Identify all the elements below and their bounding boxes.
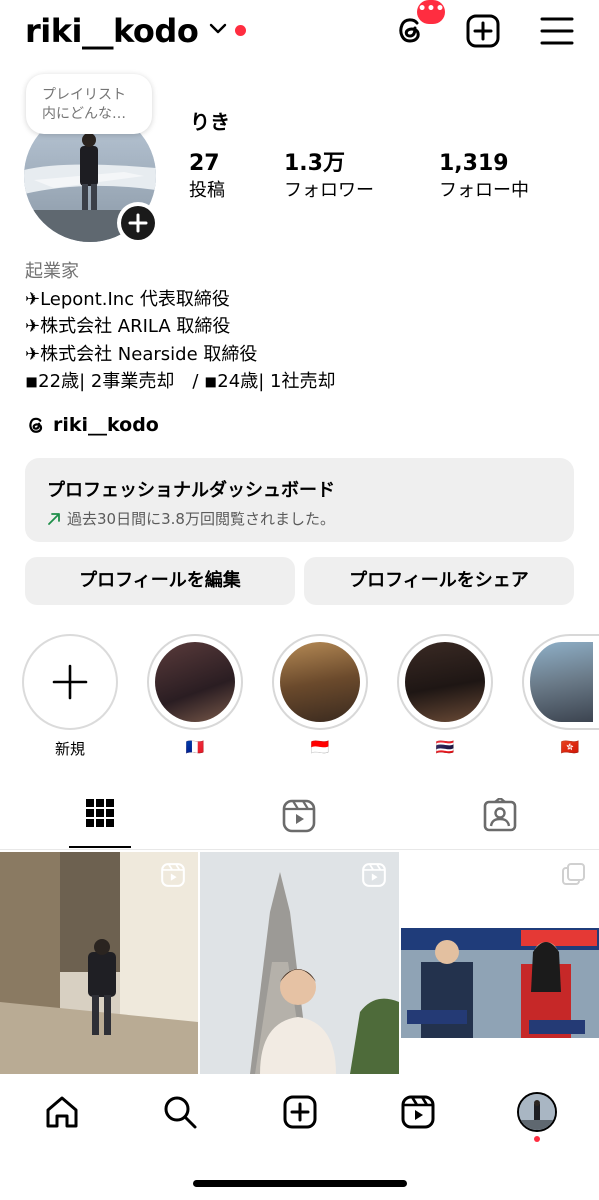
threads-handle: riki__kodo (53, 414, 159, 436)
stat-followers-value: 1.3万 (284, 151, 345, 176)
stat-followers[interactable]: 1.3万 フォロワー (284, 150, 374, 204)
dashboard-title: プロフェッショナルダッシュボード (47, 480, 335, 501)
grid-icon (86, 799, 114, 827)
stat-followers-label: フォロワー (284, 180, 374, 201)
active-tab-indicator (69, 846, 131, 848)
bio-line: ◾22歳| 2事業売却 / ◾24歳| 1社売却 (25, 371, 336, 392)
highlight-france[interactable]: 🇫🇷 (147, 634, 243, 756)
highlight-indonesia[interactable]: 🇮🇩 (272, 634, 368, 756)
bio-line: ✈株式会社 Nearside 取締役 (25, 343, 258, 365)
profile-avatar[interactable] (517, 1092, 557, 1132)
bio-line: ✈Lepont.Inc 代表取締役 (25, 288, 230, 310)
grid-post[interactable] (200, 852, 399, 1074)
stat-posts-label: 投稿 (189, 180, 225, 201)
share-profile-button[interactable]: プロフィールをシェア (304, 557, 574, 605)
highlight-cover (405, 642, 485, 722)
highlight-cover (155, 642, 235, 722)
dashboard-subtitle-row: 過去30日間に3.8万回閲覧されました。 (47, 508, 574, 529)
highlight-label: 🇭🇰 (560, 738, 580, 756)
grid-post[interactable] (0, 852, 198, 1074)
threads-profile-link[interactable]: riki__kodo (25, 414, 159, 436)
tab-grid[interactable] (0, 790, 200, 850)
plus-icon (128, 213, 148, 233)
highlight-hongkong[interactable]: 🇭🇰 (522, 634, 599, 756)
dashboard-subtitle: 過去30日間に3.8万回閲覧されました。 (67, 510, 335, 528)
search-icon[interactable] (162, 1094, 198, 1130)
highlight-label: 新規 (54, 740, 85, 758)
highlight-thailand[interactable]: 🇹🇭 (397, 634, 493, 756)
highlight-label: 🇹🇭 (435, 738, 455, 756)
highlight-label: 🇮🇩 (310, 738, 330, 756)
profile-note-bubble[interactable]: プレイリスト 内にどんな… (26, 74, 152, 134)
reel-indicator-icon (362, 863, 386, 887)
carousel-indicator-icon (562, 863, 585, 885)
professional-dashboard[interactable]: プロフェッショナルダッシュボード 過去30日間に3.8万回閲覧されました。 (25, 458, 574, 542)
edit-profile-button[interactable]: プロフィールを編集 (25, 557, 295, 605)
content-tabs (0, 790, 599, 850)
highlight-cover (280, 642, 360, 722)
tagged-icon (483, 798, 517, 832)
highlight-new[interactable]: 新規 (22, 634, 118, 759)
stat-posts-value: 27 (189, 151, 220, 176)
stat-following-label: フォロー中 (439, 180, 529, 201)
reel-indicator-icon (161, 863, 185, 887)
stat-following[interactable]: 1,319 フォロー中 (439, 150, 529, 204)
highlight-cover (530, 642, 593, 722)
grid-post[interactable] (401, 852, 599, 1074)
create-icon[interactable] (282, 1094, 318, 1130)
trend-up-arrow-icon (48, 512, 60, 525)
highlight-label: 🇫🇷 (185, 738, 205, 756)
plus-icon (52, 664, 88, 700)
profile-bio: 起業家 ✈Lepont.Inc 代表取締役 ✈株式会社 ARILA 取締役 ✈株… (25, 258, 585, 396)
tab-tagged[interactable] (399, 790, 599, 850)
display-name: りき (190, 110, 230, 134)
threads-icon (29, 417, 43, 433)
bio-category: 起業家 (25, 261, 79, 282)
stat-following-value: 1,319 (439, 151, 509, 176)
threads-notification-badge: ••• (417, 0, 445, 24)
username-title[interactable]: riki__kodo (25, 12, 199, 50)
tab-reels[interactable] (200, 790, 400, 850)
notification-dot (534, 1136, 540, 1142)
bio-line: ✈株式会社 ARILA 取締役 (25, 316, 231, 337)
add-story-button[interactable] (117, 202, 159, 244)
top-bar: riki__kodo ••• (0, 0, 599, 64)
chevron-down-icon[interactable] (209, 22, 227, 36)
menu-icon[interactable] (539, 14, 575, 50)
reels-icon (282, 799, 316, 833)
stat-posts[interactable]: 27 投稿 (189, 150, 225, 204)
notification-dot (235, 25, 246, 36)
reels-icon[interactable] (400, 1094, 436, 1130)
home-indicator (193, 1180, 407, 1187)
add-post-icon[interactable] (465, 13, 501, 49)
avatar-photo (519, 1094, 555, 1130)
home-icon[interactable] (44, 1094, 80, 1130)
